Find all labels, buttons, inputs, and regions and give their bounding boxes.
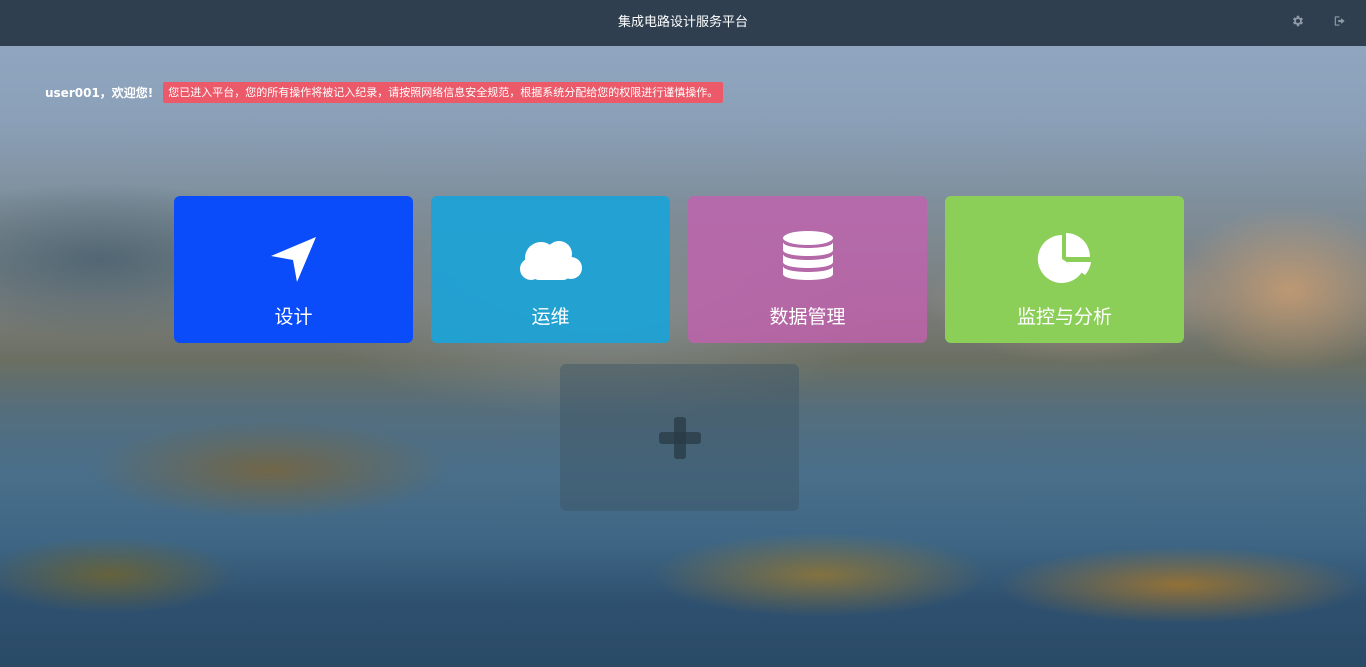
pie-chart-icon — [945, 230, 1184, 288]
add-tile-button[interactable] — [560, 364, 799, 511]
tile-monitoring-analysis[interactable]: 监控与分析 — [945, 196, 1184, 343]
tile-data-management[interactable]: 数据管理 — [688, 196, 927, 343]
tile-label: 运维 — [531, 306, 570, 328]
location-arrow-icon — [174, 230, 413, 288]
tile-label: 监控与分析 — [1016, 306, 1112, 328]
welcome-greeting: user001，欢迎您! — [45, 85, 154, 100]
tile-label: 数据管理 — [769, 306, 846, 328]
security-notice: 您已进入平台，您的所有操作将被记入纪录，请按照网络信息安全规范，根据系统分配给您… — [163, 81, 724, 103]
gear-icon[interactable] — [1291, 13, 1307, 29]
tile-label: 设计 — [274, 306, 313, 328]
tile-operations[interactable]: 运维 — [431, 196, 670, 343]
top-bar: 集成电路设计服务平台 — [0, 0, 1366, 46]
database-icon — [688, 230, 927, 288]
page-title: 集成电路设计服务平台 — [617, 15, 748, 30]
plus-icon — [560, 364, 799, 511]
welcome-bar: user001，欢迎您! 您已进入平台，您的所有操作将被记入纪录，请按照网络信息… — [45, 81, 724, 103]
tile-design[interactable]: 设计 — [174, 196, 413, 343]
cloud-icon — [431, 230, 670, 288]
sign-out-icon[interactable] — [1333, 13, 1349, 29]
